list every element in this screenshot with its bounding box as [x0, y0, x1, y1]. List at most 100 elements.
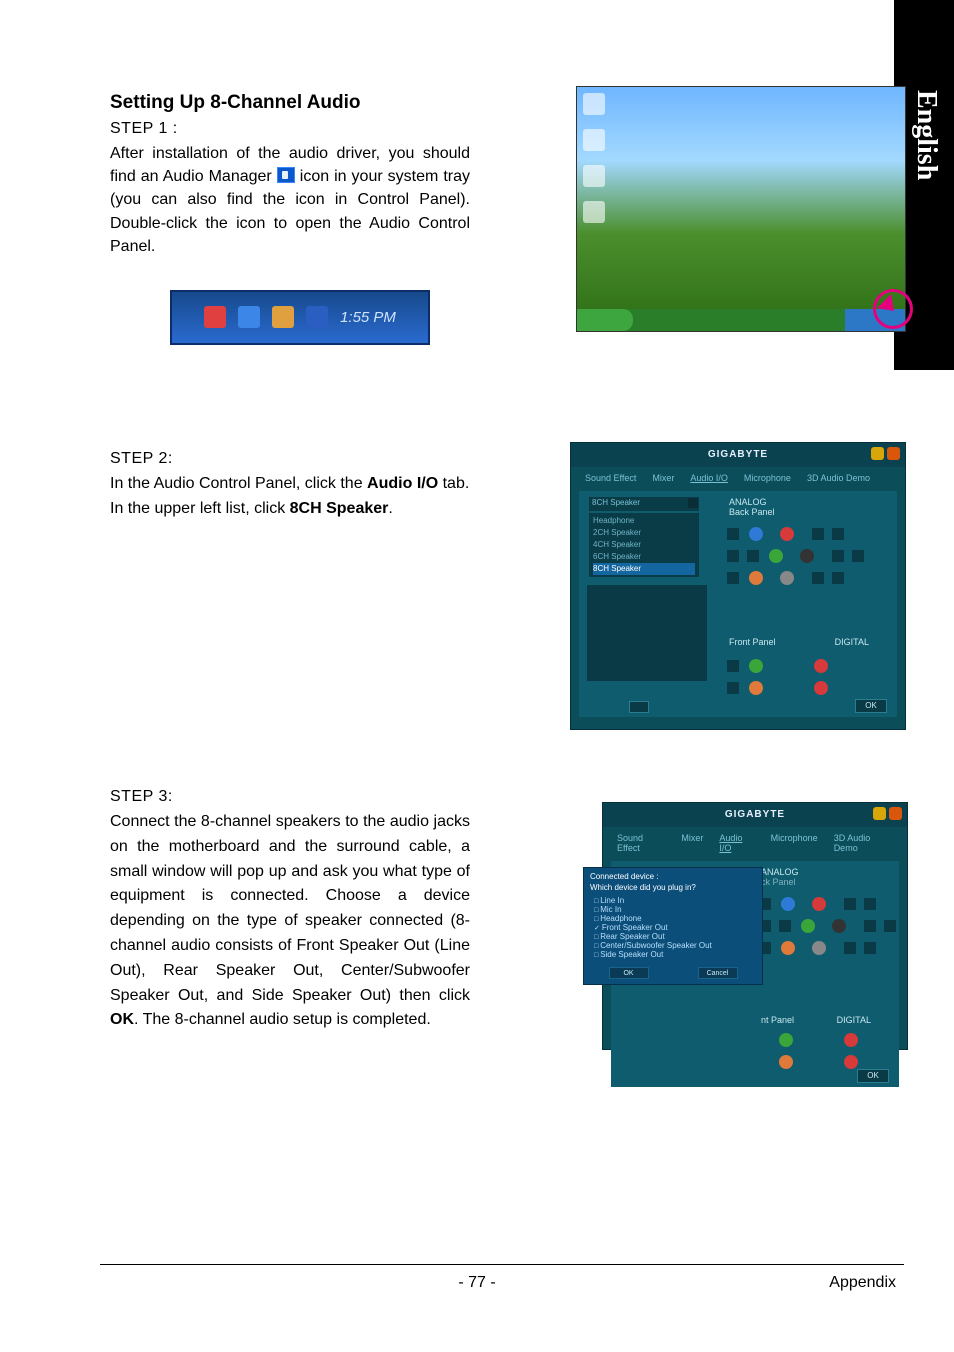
- tab-3d-audio: 3D Audio Demo: [807, 473, 870, 483]
- digital-in-icon: [844, 1055, 858, 1069]
- minimize-icon: [871, 447, 884, 460]
- taskbar: [577, 309, 905, 331]
- analog-label: ANALOG Back Panel: [729, 497, 775, 517]
- desktop-screenshot: [576, 86, 906, 332]
- panel-body: 8CH Speaker Headphone 2CH Speaker 4CH Sp…: [579, 491, 897, 717]
- jack-green: [801, 919, 815, 933]
- jack-icon: [812, 528, 824, 540]
- start-button: [577, 309, 633, 331]
- list-item: 4CH Speaker: [593, 539, 695, 551]
- jack-icon: [727, 528, 739, 540]
- jack-icon: [864, 898, 876, 910]
- digital-in-icon: [814, 681, 828, 695]
- tab-mixer: Mixer: [681, 833, 703, 853]
- panel-ok-button: OK: [855, 699, 887, 713]
- jack-orange: [749, 571, 763, 585]
- jack-icon: [852, 550, 864, 562]
- desktop-icon: [583, 93, 605, 115]
- audio-panel-screenshot: GIGABYTE Sound Effect Mixer Audio I/O Mi…: [570, 442, 906, 730]
- tray-icon-2: [238, 306, 260, 328]
- digital-out-icon: [814, 659, 828, 673]
- jack-row: [751, 895, 921, 913]
- panel-window-controls: [873, 807, 903, 821]
- play-icon: [629, 701, 649, 713]
- jack-grey: [812, 941, 826, 955]
- tray-icon-1: [204, 306, 226, 328]
- step2-text-c: .: [388, 500, 392, 517]
- jack-icon: [779, 920, 791, 932]
- step1-paragraph: After installation of the audio driver, …: [110, 142, 470, 258]
- back-panel-text: Back Panel: [729, 507, 775, 517]
- speaker-list: Headphone 2CH Speaker 4CH Speaker 6CH Sp…: [589, 513, 699, 577]
- popup-title2: Which device did you plug in?: [590, 883, 756, 892]
- step2-bold-a: Audio I/O: [367, 475, 438, 492]
- jack-orange: [779, 1055, 793, 1069]
- audio-manager-icon: [277, 167, 295, 183]
- jack-icon: [727, 572, 739, 584]
- close-icon: [889, 807, 902, 820]
- tab-sound-effect: Sound Effect: [585, 473, 636, 483]
- panel-brand: GIGABYTE: [725, 809, 785, 820]
- headphone-icon: [727, 660, 739, 672]
- jack-icon: [747, 550, 759, 562]
- jack-icon: [727, 550, 739, 562]
- desktop-icon: [583, 165, 605, 187]
- popup-option-checked: Front Speaker Out: [594, 923, 756, 932]
- popup-option: Rear Speaker Out: [594, 932, 756, 941]
- section-step1: Setting Up 8-Channel Audio STEP 1 : Afte…: [110, 92, 870, 345]
- list-item-selected: 8CH Speaker: [593, 563, 695, 575]
- jack-orange: [749, 681, 763, 695]
- jack-icon: [864, 942, 876, 954]
- close-icon: [887, 447, 900, 460]
- popup-cancel-button: Cancel: [698, 967, 738, 979]
- tab-3d-audio: 3D Audio Demo: [834, 833, 893, 853]
- tray-audio-icon: [306, 306, 328, 328]
- step3-text-a: Connect the 8-channel speakers to the au…: [110, 813, 470, 1004]
- jack-blue: [749, 527, 763, 541]
- jack-green: [779, 1033, 793, 1047]
- analog-text: ANALOG: [729, 497, 767, 507]
- popup-option: Mic In: [594, 905, 756, 914]
- jack-row: [751, 917, 921, 935]
- jack-row: [719, 569, 889, 587]
- minimize-icon: [873, 807, 886, 820]
- chevron-down-icon: [688, 498, 698, 508]
- jack-row: [719, 547, 889, 565]
- front-panel-label: Front Panel: [729, 637, 776, 647]
- jack-black: [832, 919, 846, 933]
- jack-icon: [884, 920, 896, 932]
- dropdown-value: 8CH Speaker: [592, 498, 640, 507]
- footer-rule: [100, 1264, 904, 1265]
- step2-paragraph: In the Audio Control Panel, click the Au…: [110, 472, 470, 522]
- popup-option: Side Speaker Out: [594, 950, 756, 959]
- panel-ok-button: OK: [857, 1069, 889, 1083]
- analog-label: ANALOG ck Panel: [761, 867, 799, 887]
- footer-section: Appendix: [829, 1274, 896, 1292]
- tab-audio-io: Audio I/O: [690, 473, 728, 483]
- desktop-icon: [583, 201, 605, 223]
- mic-icon: [727, 682, 739, 694]
- jack-row-front: [751, 1053, 921, 1071]
- jack-row-front: [751, 1031, 921, 1049]
- system-tray-image: 1:55 PM: [170, 290, 430, 345]
- jack-blue: [781, 897, 795, 911]
- jack-icon: [864, 920, 876, 932]
- device-plug-popup: Connected device : Which device did you …: [583, 867, 763, 985]
- jack-row: [719, 525, 889, 543]
- list-item: 2CH Speaker: [593, 527, 695, 539]
- step3-bold-a: OK: [110, 1011, 134, 1028]
- analog-text: ANALOG: [761, 867, 799, 877]
- section-step3: STEP 3: Connect the 8-channel speakers t…: [110, 788, 870, 1033]
- jack-icon: [844, 898, 856, 910]
- tray-clock: 1:55 PM: [340, 309, 396, 326]
- room-layout-icon: [587, 585, 707, 681]
- popup-title1: Connected device :: [590, 872, 756, 881]
- tray-icon-3: [272, 306, 294, 328]
- panel-tabs: Sound Effect Mixer Audio I/O Microphone …: [603, 827, 907, 861]
- jack-green: [769, 549, 783, 563]
- audio-panel-screenshot-2: GIGABYTE Sound Effect Mixer Audio I/O Mi…: [602, 802, 908, 1050]
- back-panel-text: ck Panel: [761, 877, 796, 887]
- jack-grey: [780, 571, 794, 585]
- tab-microphone: Microphone: [771, 833, 818, 853]
- panel-brand: GIGABYTE: [708, 449, 768, 460]
